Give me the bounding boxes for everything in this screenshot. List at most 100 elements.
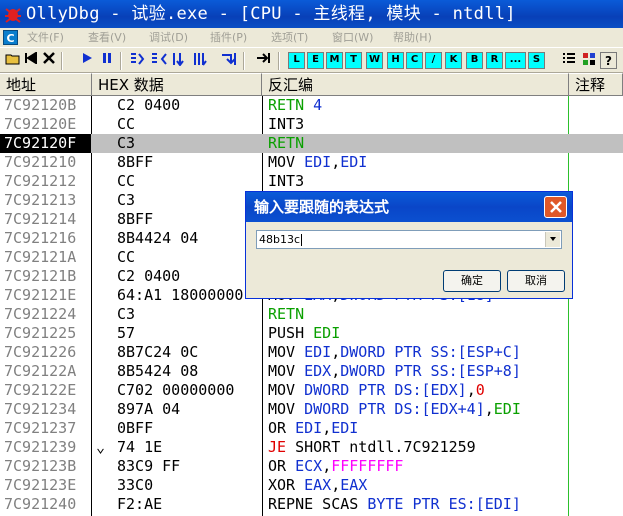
disasm-cell: MOV EDI,DWORD PTR SS:[ESP+C] (268, 343, 568, 362)
hex-cell: C2 0400 (117, 96, 181, 114)
address-cell: 7C921225 (4, 324, 77, 342)
table-row[interactable]: 7C92120E CC INT3 (0, 115, 623, 134)
column-header-address[interactable]: 地址 (0, 73, 92, 96)
rewind-icon[interactable] (22, 51, 39, 69)
expression-input-value: 48b13c (259, 233, 301, 246)
hex-cell: C3 (117, 134, 136, 152)
jump-marker (96, 134, 112, 153)
chevron-down-icon[interactable] (545, 232, 560, 247)
disasm-token: , (331, 153, 341, 171)
hex-cell: 8B7C24 0C (117, 343, 199, 361)
column-header-disasm[interactable]: 反汇编 (262, 73, 569, 96)
appearance-icon[interactable] (580, 52, 597, 69)
hex-cell: 57 (117, 324, 136, 342)
pause-icon[interactable] (98, 52, 115, 69)
run-icon[interactable] (78, 52, 95, 69)
table-row[interactable]: 7C92122A 8B5424 08 MOV EDX,DWORD PTR SS:[E… (0, 362, 623, 381)
call-stack-window-button[interactable]: K (445, 52, 462, 69)
open-icon[interactable] (4, 52, 21, 69)
table-row[interactable]: 7C921240 F2:AE REPNE SCAS BYTE PTR ES:[EDI… (0, 495, 623, 514)
menu-file[interactable]: 文件(F) (27, 28, 64, 47)
address-cell: 7C921214 (4, 210, 77, 228)
menu-window[interactable]: 窗口(W) (332, 28, 373, 47)
disasm-token: REPNE SCAS (268, 495, 368, 513)
table-row[interactable]: 7C92120B C2 0400 RETN 4 (0, 96, 623, 115)
help-icon[interactable]: ? (600, 52, 617, 69)
run-trace-window-button[interactable]: ... (505, 52, 526, 69)
close-icon (550, 201, 562, 213)
table-row[interactable]: 7C921239 ⌄ 74 1E JE SHORT ntdll.7C921259 (0, 438, 623, 457)
step-over-icon[interactable] (150, 52, 167, 69)
disasm-token: FFFFFFFF (331, 457, 404, 475)
table-row[interactable]: 7C921234 897A 04 MOV DWORD PTR DS:[EDX+4],… (0, 400, 623, 419)
address-cell: 7C921237 (4, 419, 77, 437)
disasm-cell: MOV EDX,DWORD PTR SS:[ESP+8] (268, 362, 568, 381)
table-row[interactable]: 7C921212 CC INT3 (0, 172, 623, 191)
disasm-token: , (331, 476, 341, 494)
disasm-cell: PUSH EDI (268, 324, 568, 343)
trace-into-icon[interactable] (171, 52, 188, 69)
trace-over-icon[interactable] (192, 52, 209, 69)
menu-plugins[interactable]: 插件(P) (210, 28, 247, 47)
jump-marker (96, 210, 112, 229)
modules-window-button[interactable]: E (307, 52, 324, 69)
disasm-token: , (484, 400, 494, 418)
column-header-hex[interactable]: HEX 数据 (92, 73, 262, 96)
column-header-comment[interactable]: 注释 (569, 73, 623, 96)
address-cell: 7C92120B (4, 96, 77, 114)
close-file-icon[interactable] (40, 52, 57, 69)
threads-window-button[interactable]: T (345, 52, 362, 69)
menu-options[interactable]: 选项(T) (271, 28, 308, 47)
hex-cell: 33C0 (117, 476, 154, 494)
table-row[interactable]: 7C921224 C3 RETN (0, 305, 623, 324)
hex-cell: CC (117, 115, 136, 133)
address-cell: 7C921224 (4, 305, 77, 323)
step-into-icon[interactable] (129, 52, 146, 69)
disasm-token: MOV (268, 153, 305, 171)
table-row[interactable]: 7C92120F C3 RETN (0, 134, 623, 153)
address-cell: 7C921210 (4, 153, 77, 171)
log-window-button[interactable]: L (288, 52, 305, 69)
menu-view[interactable]: 查看(V) (88, 28, 126, 47)
menu-debug[interactable]: 调试(D) (149, 28, 188, 47)
menu-help[interactable]: 帮助(H) (393, 28, 432, 47)
patches-window-button[interactable]: / (425, 52, 442, 69)
table-row[interactable]: 7C92122E C702 00000000 MOV DWORD PTR DS:[E… (0, 381, 623, 400)
disasm-token: PUSH (268, 324, 314, 342)
ok-button[interactable]: 确定 (443, 270, 501, 292)
table-row[interactable]: 7C921237 0BFF OR EDI,EDI (0, 419, 623, 438)
source-window-button[interactable]: S (528, 52, 545, 69)
table-row[interactable]: 7C921225 57 PUSH EDI (0, 324, 623, 343)
cancel-button[interactable]: 取消 (507, 270, 565, 292)
dialog-close-button[interactable] (544, 196, 567, 218)
address-cell: 7C921212 (4, 172, 77, 190)
window-title: OllyDbg - 试验.exe - [CPU - 主线程, 模块 - ntdl… (26, 4, 516, 24)
memory-window-button[interactable]: M (326, 52, 343, 69)
disasm-token: EDX (304, 362, 332, 380)
windows-window-button[interactable]: W (366, 52, 383, 69)
references-window-button[interactable]: R (486, 52, 503, 69)
address-cell: 7C92121B (4, 267, 77, 285)
table-row[interactable]: 7C921226 8B7C24 0C MOV EDI,DWORD PTR SS:[E… (0, 343, 623, 362)
disasm-token: EDI (331, 419, 359, 437)
handles-window-button[interactable]: H (387, 52, 404, 69)
disasm-cell: OR ECX,FFFFFFFF (268, 457, 568, 476)
table-row[interactable]: 7C921210 8BFF MOV EDI,EDI (0, 153, 623, 172)
execute-till-return-icon[interactable] (220, 52, 237, 69)
go-to-icon[interactable] (254, 52, 271, 69)
expression-input[interactable]: 48b13c (256, 230, 562, 249)
disasm-token: EDI (295, 419, 323, 437)
table-row[interactable]: 7C92123B 83C9 FF OR ECX,FFFFFFFF (0, 457, 623, 476)
disasm-token: MOV (268, 343, 305, 361)
table-row[interactable]: 7C92123E 33C0 XOR EAX,EAX (0, 476, 623, 495)
disassembly-pane[interactable]: 7C92120B C2 0400 RETN 4 7C92120E CC INT3 7C921… (0, 96, 623, 516)
cpu-window-button[interactable]: C (406, 52, 423, 69)
address-cell: 7C921213 (4, 191, 77, 209)
cpu-window-icon[interactable]: C (3, 30, 18, 45)
list-view-icon[interactable] (560, 52, 577, 69)
disasm-token: INT3 (268, 172, 305, 190)
disasm-token: OR (268, 419, 296, 437)
jump-marker (96, 495, 112, 514)
disasm-token: JE (268, 438, 296, 456)
breakpoints-window-button[interactable]: B (466, 52, 483, 69)
